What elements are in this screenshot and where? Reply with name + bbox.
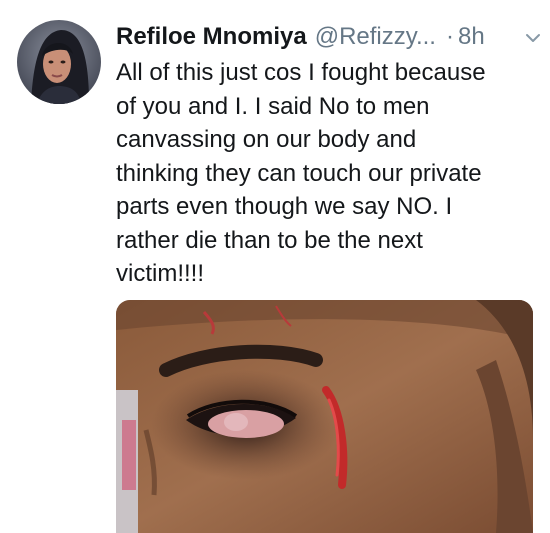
tweet-header: Refiloe Mnomiya @Refizzy... · 8h xyxy=(116,20,541,54)
tweet-text-line: All of this just cos I fought because xyxy=(116,59,486,86)
tweet-timestamp[interactable]: 8h xyxy=(458,23,485,51)
tweet-text-line: thinking they can touch our private xyxy=(116,159,482,187)
tweet-card[interactable]: Refiloe Mnomiya @Refizzy... · 8h All of … xyxy=(0,0,550,533)
chevron-down-icon[interactable] xyxy=(525,31,541,49)
tweet-media-photo[interactable] xyxy=(116,300,533,533)
tweet-text-line: canvassing on our body and xyxy=(116,126,417,153)
tweet-text-line: parts even though we say NO. I xyxy=(116,193,453,220)
avatar[interactable] xyxy=(17,20,101,104)
author-name[interactable]: Refiloe Mnomiya xyxy=(116,23,307,51)
separator-dot: · xyxy=(445,23,454,50)
tweet-text-line: rather die than to be the next xyxy=(116,226,423,254)
tweet-text: All of this just cos I fought because of… xyxy=(116,56,536,291)
tweet-text-line: of you and I. I said No to men xyxy=(116,92,430,120)
tweet-text-line: victim!!!! xyxy=(116,260,204,287)
author-handle[interactable]: @Refizzy... xyxy=(315,23,436,51)
